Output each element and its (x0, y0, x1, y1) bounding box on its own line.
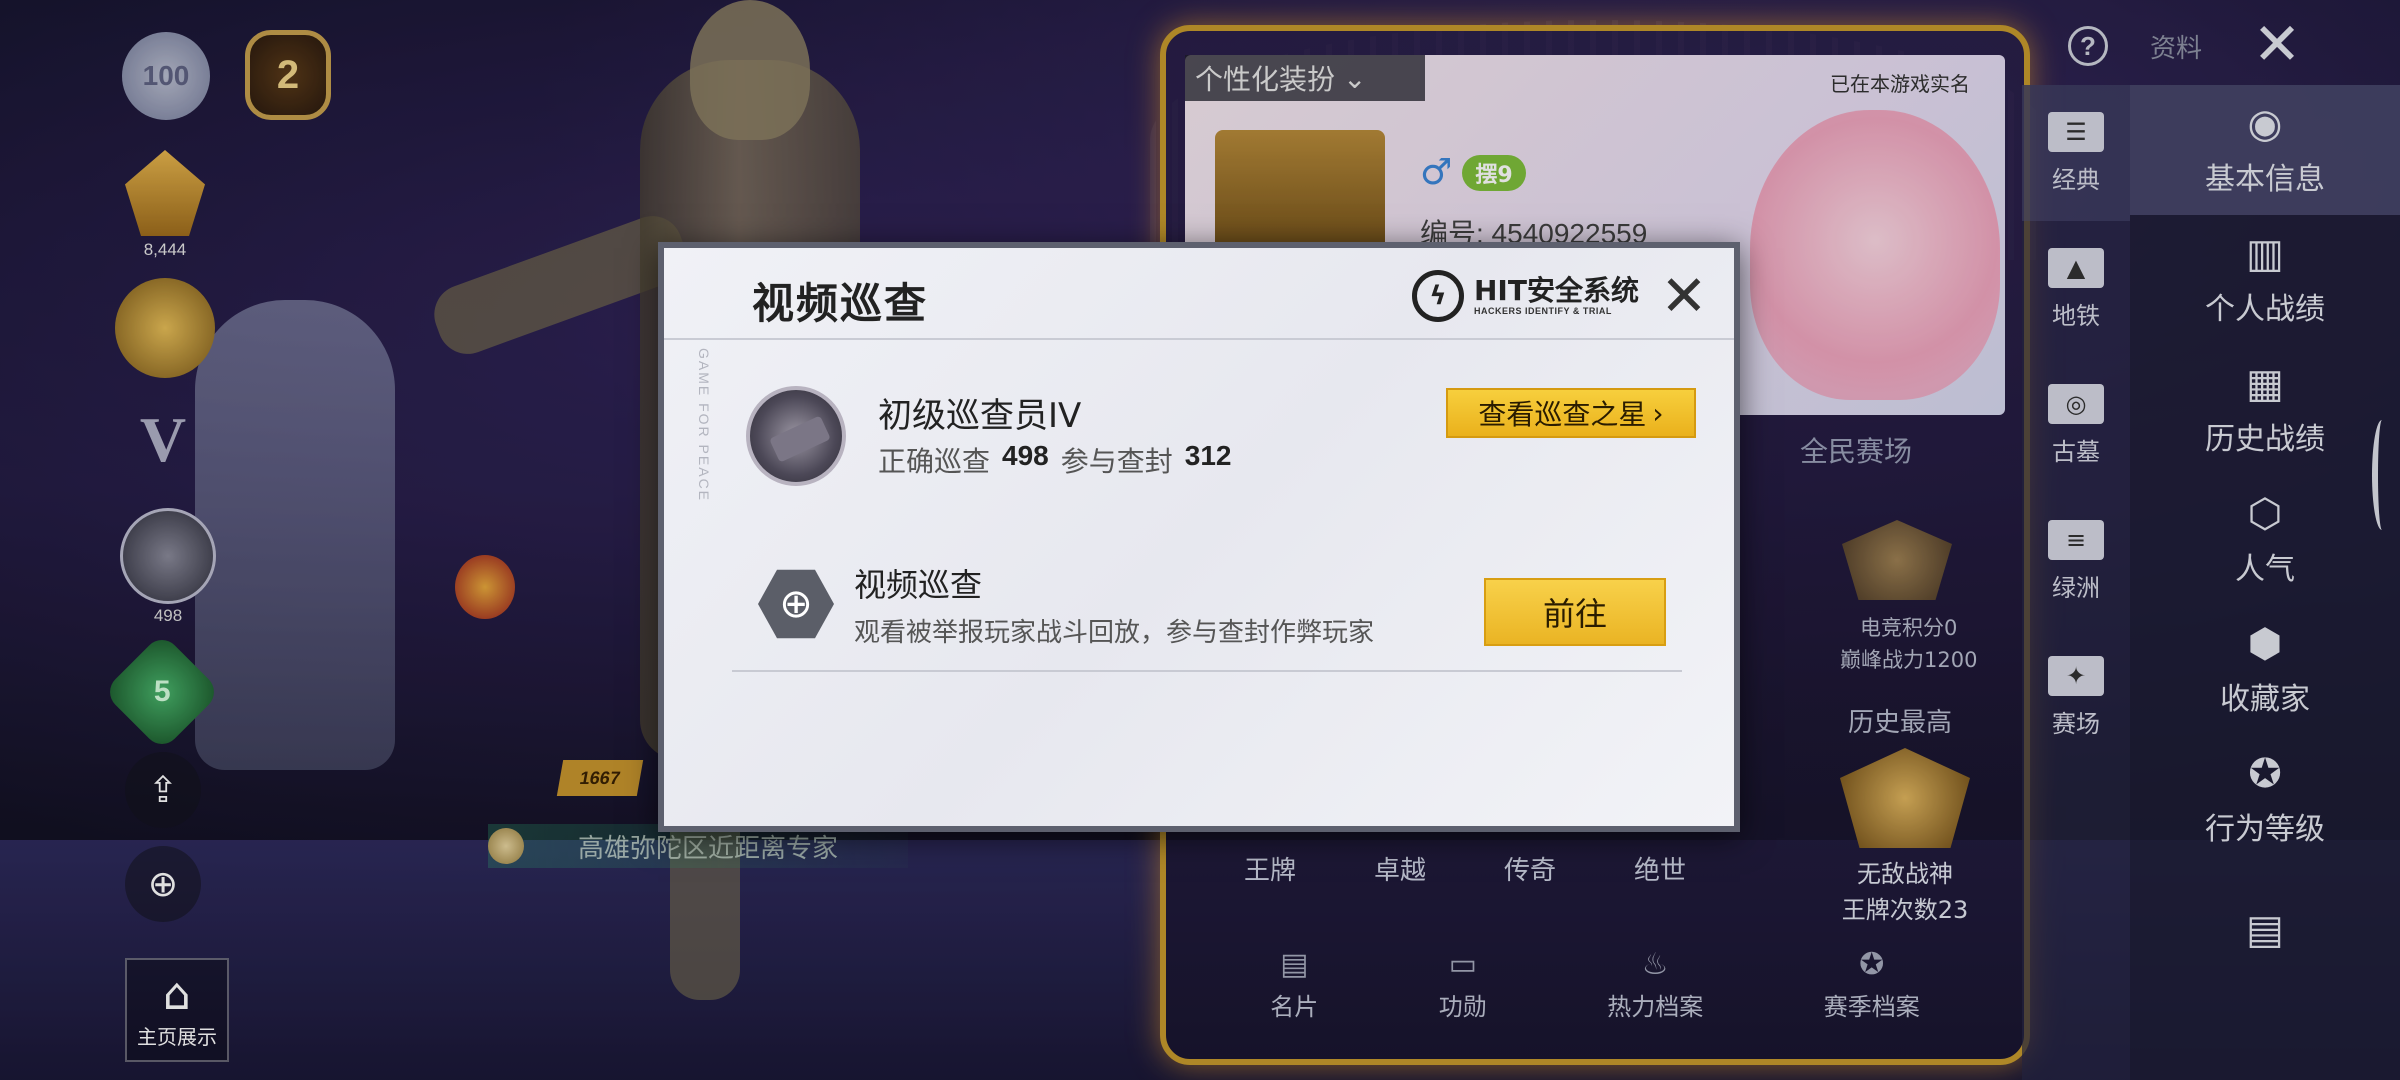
hit-logo: ϟ HIT安全系统 HACKERS IDENTIFY & TRIAL (1412, 270, 1639, 322)
crosshair-icon: ⊕ (758, 569, 834, 639)
hit-security-icon: ϟ (1412, 270, 1464, 322)
video-patrol-dialog: 视频巡查 ϟ HIT安全系统 HACKERS IDENTIFY & TRIAL … (658, 242, 1740, 832)
badge-plate (769, 415, 831, 463)
go-button[interactable]: 前往 (1484, 578, 1666, 646)
join-value: 312 (1184, 440, 1232, 471)
hit-logo-main: HIT安全系统 (1474, 274, 1639, 307)
correct-label: 正确巡查 (878, 445, 991, 478)
hit-logo-sub: HACKERS IDENTIFY & TRIAL (1474, 306, 1612, 316)
dialog-title: 视频巡查 (752, 279, 929, 328)
chevron-right-icon: › (1652, 396, 1664, 430)
star-button-label: 查看巡查之星 (1478, 398, 1647, 431)
dialog-divider (732, 670, 1682, 672)
patrol-stats: 正确巡查 498 参与查封 312 (878, 440, 1231, 480)
patrol-entry-title: 视频巡查 (854, 566, 983, 604)
dialog-watermark: GAME FOR PEACE (696, 348, 712, 503)
correct-value: 498 (1002, 440, 1049, 471)
patrol-rank-title: 初级巡查员IV (878, 396, 1082, 436)
patrol-entry-desc: 观看被举报玩家战斗回放，参与查封作弊玩家 (854, 618, 1375, 648)
dialog-header: 视频巡查 ϟ HIT安全系统 HACKERS IDENTIFY & TRIAL … (664, 248, 1734, 340)
dialog-close-icon[interactable]: ✕ (1656, 268, 1712, 324)
view-patrol-star-button[interactable]: 查看巡查之星 › (1446, 388, 1696, 438)
join-label: 参与查封 (1060, 445, 1173, 478)
patrol-rank-badge-icon (746, 386, 846, 486)
hit-logo-text: HIT安全系统 HACKERS IDENTIFY & TRIAL (1474, 274, 1639, 317)
